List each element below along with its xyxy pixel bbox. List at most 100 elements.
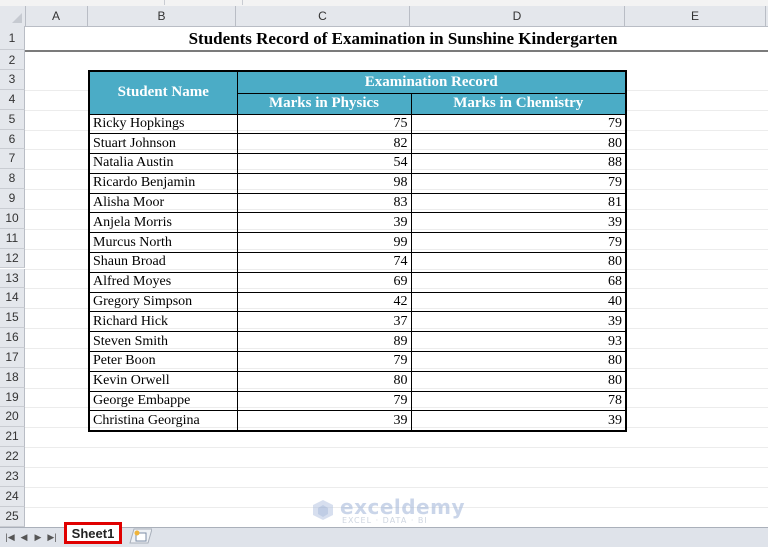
row-header-6[interactable]: 6 [0, 129, 25, 150]
student-name-cell[interactable]: Alisha Moor [88, 192, 238, 214]
row-header-5[interactable]: 5 [0, 109, 25, 130]
row-header-20[interactable]: 20 [0, 407, 25, 428]
last-sheet-icon[interactable]: ▶| [46, 530, 58, 544]
row-header-13[interactable]: 13 [0, 268, 25, 289]
student-name-cell[interactable]: Murcus North [88, 232, 238, 254]
table-row: Shaun Broad 74 80 [88, 252, 627, 273]
student-name-cell[interactable]: Peter Boon [88, 351, 238, 372]
row-header-10[interactable]: 10 [0, 208, 25, 229]
chemistry-mark-cell[interactable]: 79 [410, 113, 627, 135]
row-header-16[interactable]: 16 [0, 328, 25, 348]
row-header-14[interactable]: 14 [0, 288, 25, 309]
chemistry-mark-cell[interactable]: 81 [410, 192, 627, 214]
student-name-cell[interactable]: Kevin Orwell [88, 370, 238, 392]
chemistry-mark-cell[interactable]: 68 [410, 271, 627, 293]
row-header-11[interactable]: 11 [0, 228, 25, 249]
physics-mark-cell[interactable]: 79 [236, 351, 412, 372]
student-name-cell[interactable]: Gregory Simpson [88, 291, 238, 313]
first-sheet-icon[interactable]: |◀ [4, 530, 16, 544]
chemistry-mark-cell[interactable]: 79 [410, 232, 627, 254]
table-row: Alisha Moor 83 81 [88, 192, 627, 214]
chemistry-mark-cell[interactable]: 39 [410, 311, 627, 333]
next-sheet-icon[interactable]: ▶ [32, 530, 44, 544]
physics-mark-cell[interactable]: 79 [236, 390, 412, 412]
chemistry-mark-cell[interactable]: 79 [410, 172, 627, 194]
chemistry-mark-cell[interactable]: 39 [410, 410, 627, 432]
student-name-cell[interactable]: Christina Georgina [88, 410, 238, 432]
row-header-18[interactable]: 18 [0, 367, 25, 388]
student-name-cell[interactable]: Ricardo Benjamin [88, 172, 238, 194]
physics-mark-cell[interactable]: 80 [236, 370, 412, 392]
physics-mark-cell[interactable]: 74 [236, 252, 412, 273]
row-header-12[interactable]: 12 [0, 248, 25, 269]
column-headers: A B C D E [0, 6, 768, 27]
chemistry-mark-cell[interactable]: 39 [410, 212, 627, 234]
physics-mark-cell[interactable]: 82 [236, 133, 412, 155]
row-header-9[interactable]: 9 [0, 189, 25, 209]
student-name-cell[interactable]: Richard Hick [88, 311, 238, 333]
chemistry-mark-cell[interactable]: 40 [410, 291, 627, 313]
header-examination-record[interactable]: Examination Record [236, 70, 627, 94]
student-name-cell[interactable]: Ricky Hopkings [88, 113, 238, 135]
table-row: Anjela Morris 39 39 [88, 212, 627, 234]
student-name-cell[interactable]: Natalia Austin [88, 153, 238, 174]
table-row: Murcus North 99 79 [88, 232, 627, 254]
row-header-21[interactable]: 21 [0, 427, 25, 448]
table-row: Richard Hick 37 39 [88, 311, 627, 333]
header-marks-chemistry[interactable]: Marks in Chemistry [410, 92, 627, 115]
column-header-e[interactable]: E [625, 6, 766, 26]
physics-mark-cell[interactable]: 98 [236, 172, 412, 194]
row-header-4[interactable]: 4 [0, 89, 25, 110]
column-header-c[interactable]: C [236, 6, 410, 26]
row-header-2[interactable]: 2 [0, 50, 25, 70]
prev-sheet-icon[interactable]: ◀ [18, 530, 30, 544]
table-row: Natalia Austin 54 88 [88, 153, 627, 174]
row-header-7[interactable]: 7 [0, 149, 25, 170]
row-header-1[interactable]: 1 [0, 26, 25, 50]
physics-mark-cell[interactable]: 75 [236, 113, 412, 135]
row-header-8[interactable]: 8 [0, 169, 25, 190]
row-header-24[interactable]: 24 [0, 486, 25, 507]
row-header-25[interactable]: 25 [0, 506, 25, 527]
physics-mark-cell[interactable]: 54 [236, 153, 412, 174]
chemistry-mark-cell[interactable]: 80 [410, 351, 627, 372]
gridline [25, 467, 768, 468]
student-name-cell[interactable]: Shaun Broad [88, 252, 238, 273]
physics-mark-cell[interactable]: 39 [236, 212, 412, 234]
physics-mark-cell[interactable]: 69 [236, 271, 412, 293]
student-name-cell[interactable]: Steven Smith [88, 331, 238, 353]
chemistry-mark-cell[interactable]: 93 [410, 331, 627, 353]
physics-mark-cell[interactable]: 83 [236, 192, 412, 214]
insert-worksheet-icon[interactable] [128, 528, 152, 544]
table-row: George Embappe 79 78 [88, 390, 627, 412]
physics-mark-cell[interactable]: 89 [236, 331, 412, 353]
student-name-cell[interactable]: Alfred Moyes [88, 271, 238, 293]
column-header-a[interactable]: A [25, 6, 88, 26]
row-header-23[interactable]: 23 [0, 467, 25, 487]
formula-bar-buttons-edge [164, 0, 243, 5]
select-all-button[interactable] [0, 6, 26, 26]
row-header-3[interactable]: 3 [0, 70, 25, 90]
chemistry-mark-cell[interactable]: 78 [410, 390, 627, 412]
column-header-d[interactable]: D [410, 6, 625, 26]
header-student-name[interactable]: Student Name [88, 70, 238, 115]
student-name-cell[interactable]: Anjela Morris [88, 212, 238, 234]
chemistry-mark-cell[interactable]: 80 [410, 252, 627, 273]
row-header-22[interactable]: 22 [0, 447, 25, 467]
row-header-15[interactable]: 15 [0, 308, 25, 329]
row-header-19[interactable]: 19 [0, 387, 25, 408]
row-header-17[interactable]: 17 [0, 347, 25, 368]
student-name-cell[interactable]: George Embappe [88, 390, 238, 412]
chemistry-mark-cell[interactable]: 88 [410, 153, 627, 174]
physics-mark-cell[interactable]: 42 [236, 291, 412, 313]
student-name-cell[interactable]: Stuart Johnson [88, 133, 238, 155]
sheet-tab-sheet1[interactable]: Sheet1 [64, 522, 122, 544]
physics-mark-cell[interactable]: 39 [236, 410, 412, 432]
table-row: Alfred Moyes 69 68 [88, 271, 627, 293]
physics-mark-cell[interactable]: 99 [236, 232, 412, 254]
chemistry-mark-cell[interactable]: 80 [410, 133, 627, 155]
physics-mark-cell[interactable]: 37 [236, 311, 412, 333]
chemistry-mark-cell[interactable]: 80 [410, 370, 627, 392]
column-header-b[interactable]: B [88, 6, 236, 26]
header-marks-physics[interactable]: Marks in Physics [236, 92, 412, 115]
